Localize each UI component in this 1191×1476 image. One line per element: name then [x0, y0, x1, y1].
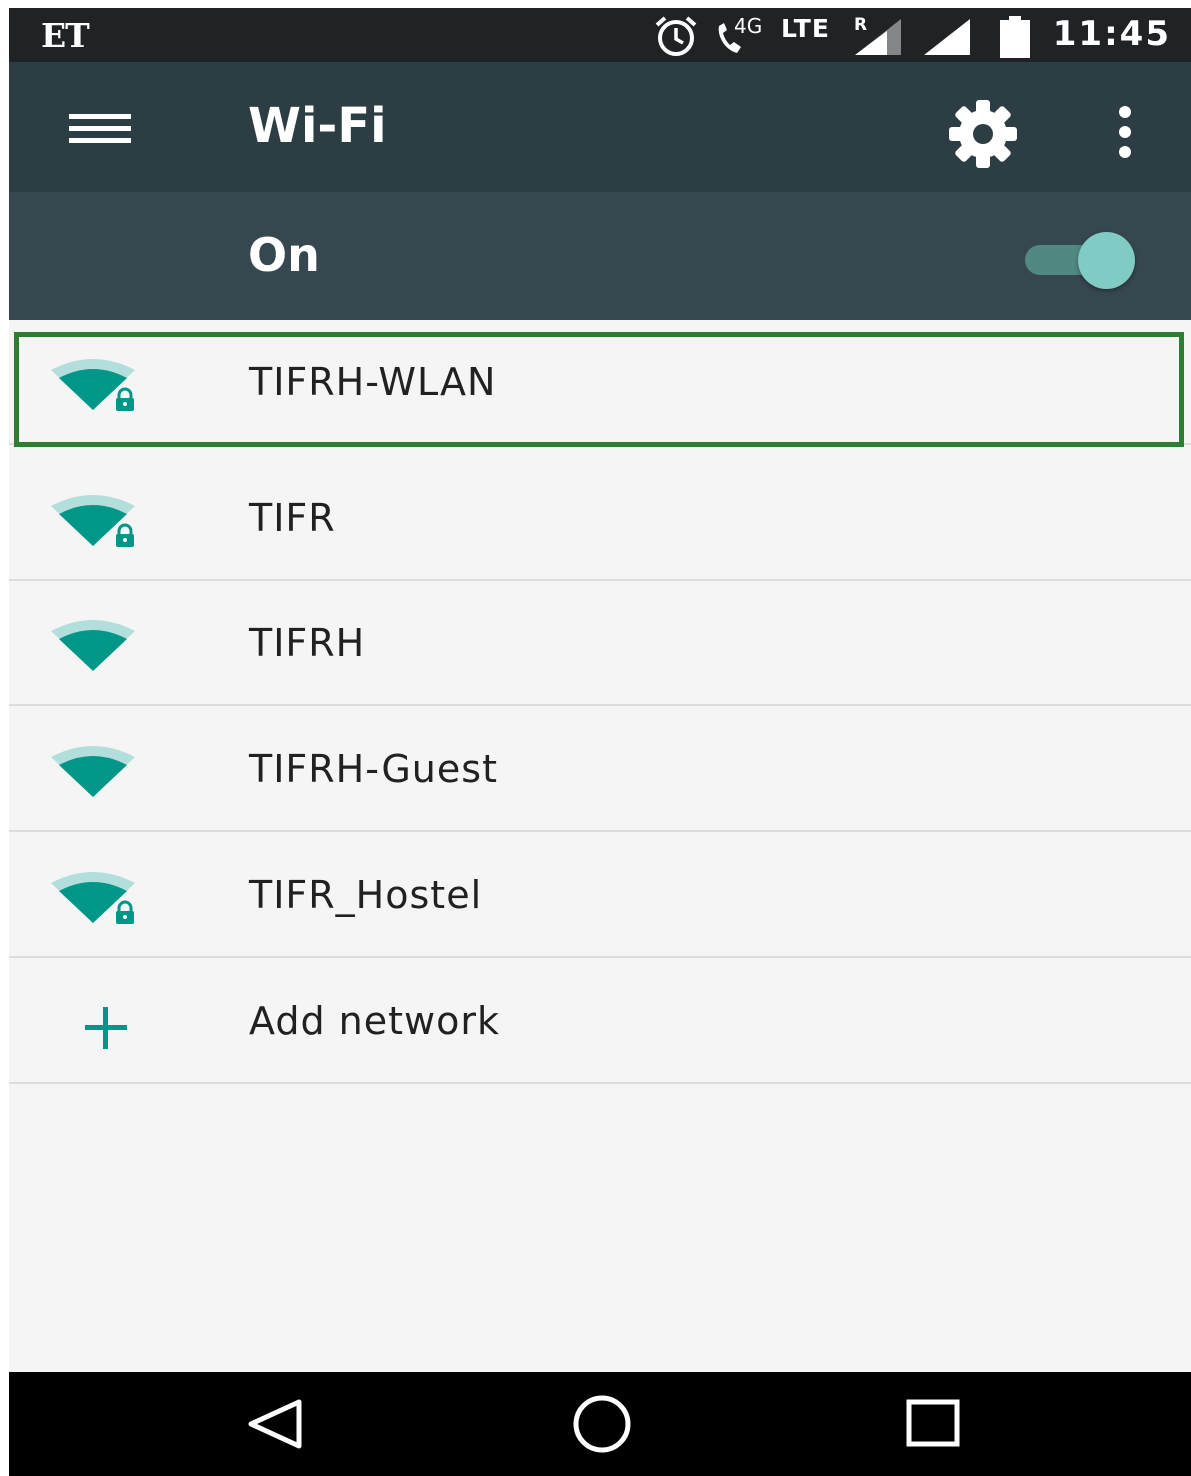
signal-icon [924, 19, 970, 55]
status-time: 11:45 [1052, 14, 1171, 54]
network-ssid: TIFR_Hostel [249, 873, 483, 917]
battery-icon [1000, 16, 1030, 58]
network-row-tifrh-guest[interactable]: TIFRH-Guest [9, 707, 1191, 832]
recents-icon[interactable] [897, 1394, 967, 1454]
network-ssid: TIFRH-Guest [249, 747, 498, 791]
navigation-bar [9, 1372, 1191, 1476]
back-icon[interactable] [241, 1394, 311, 1454]
add-network-row[interactable]: Add network [9, 959, 1191, 1084]
network-row-tifr[interactable]: TIFR [9, 456, 1191, 581]
selection-highlight [14, 332, 1184, 447]
wifi-toggle-switch[interactable] [1025, 231, 1135, 289]
network-ssid: TIFR [249, 496, 336, 540]
settings-gear-icon[interactable] [947, 98, 1019, 170]
lte-label: LTE [781, 14, 830, 43]
signal-icon [855, 19, 901, 55]
network-4g-label: 4G [734, 14, 763, 38]
screen: ET 4G LTE R 11:45 Wi-Fi On TIFRH-WLAN TI… [9, 8, 1191, 1476]
network-ssid: TIFRH-WLAN [249, 360, 497, 404]
more-vert-icon[interactable] [1109, 102, 1141, 162]
menu-icon[interactable] [69, 114, 131, 144]
home-icon[interactable] [567, 1394, 637, 1454]
network-row-tifrh-wlan[interactable]: TIFRH-WLAN [9, 320, 1191, 447]
wifi-lock-icon [51, 495, 135, 547]
status-app-label: ET [41, 16, 90, 55]
wifi-switch-label: On [248, 228, 320, 282]
wifi-lock-icon [51, 872, 135, 924]
app-bar: Wi-Fi [9, 62, 1191, 192]
plus-icon [85, 1007, 127, 1049]
network-ssid: TIFRH [249, 621, 366, 665]
wifi-lock-icon [51, 359, 135, 411]
add-network-label: Add network [249, 999, 500, 1043]
page-title: Wi-Fi [248, 98, 387, 154]
network-row-tifrh[interactable]: TIFRH [9, 581, 1191, 706]
wifi-icon [51, 746, 135, 797]
network-row-tifr-hostel[interactable]: TIFR_Hostel [9, 833, 1191, 958]
wifi-switch-bar: On [9, 192, 1191, 320]
wifi-icon [51, 620, 135, 671]
alarm-icon [655, 16, 697, 56]
toggle-thumb [1078, 232, 1135, 289]
status-bar: ET 4G LTE R 11:45 [9, 8, 1191, 62]
